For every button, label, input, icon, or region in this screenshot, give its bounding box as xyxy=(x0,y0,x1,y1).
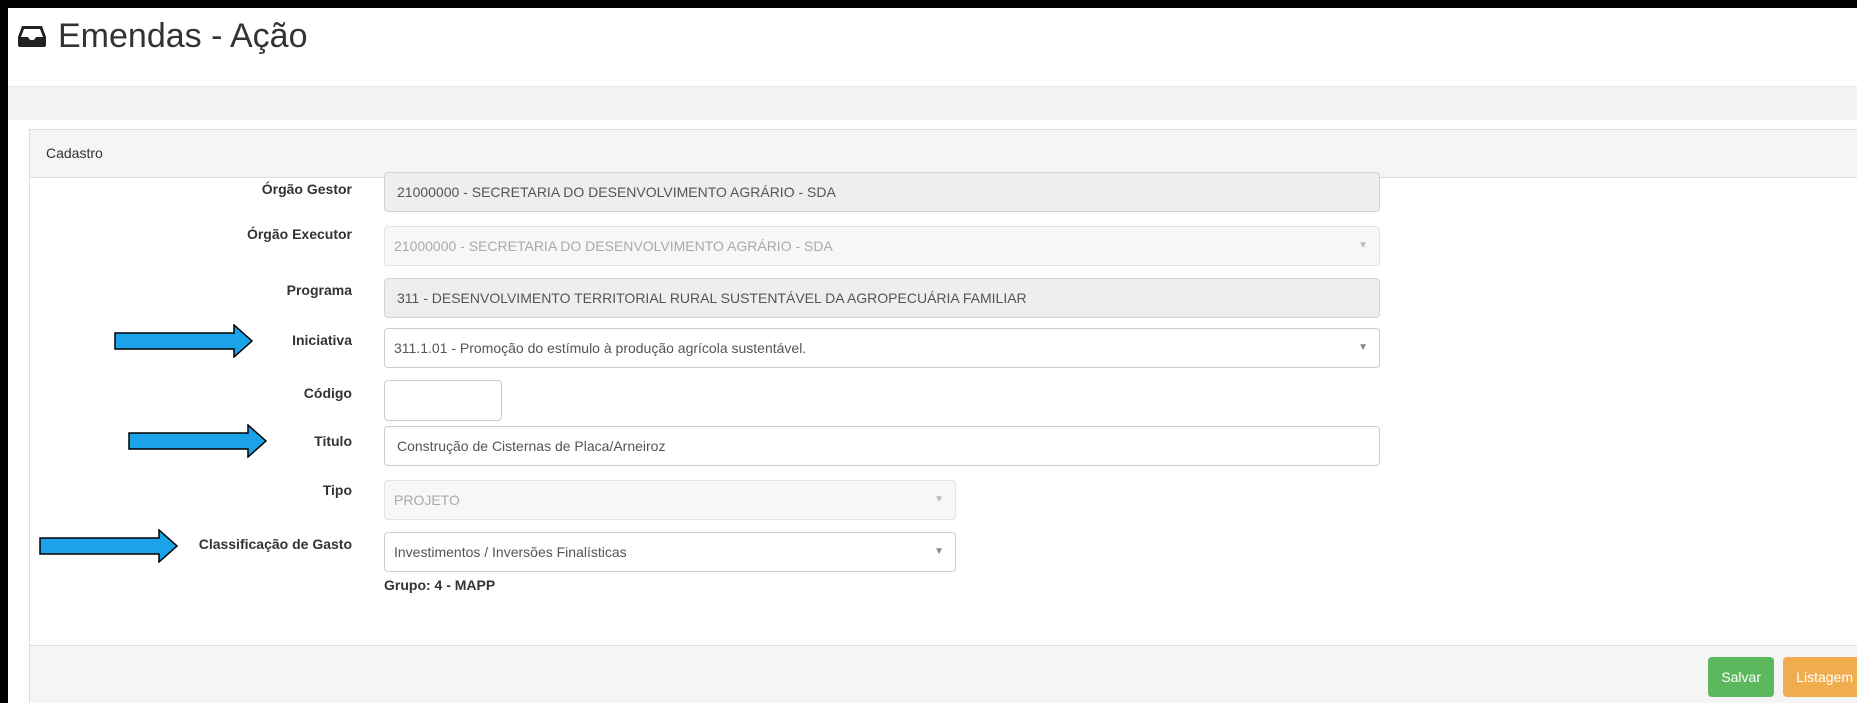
row-titulo: Titulo Construção de Cisternas de Placa/… xyxy=(30,424,1857,480)
iniciativa-label: Iniciativa xyxy=(292,332,352,348)
orgao-gestor-field: 21000000 - SECRETARIA DO DESENVOLVIMENTO… xyxy=(384,172,1380,212)
programa-field: 311 - DESENVOLVIMENTO TERRITORIAL RURAL … xyxy=(384,278,1380,318)
row-orgao-gestor: Órgão Gestor 21000000 - SECRETARIA DO DE… xyxy=(30,172,1857,222)
orgao-gestor-label: Órgão Gestor xyxy=(261,181,352,197)
panel-footer: Salvar Listagem xyxy=(30,645,1857,703)
row-classificacao: Classificação de Gasto Investimentos / I… xyxy=(30,529,1857,620)
classificacao-select[interactable]: Investimentos / Inversões Finalísticas ▼ xyxy=(384,532,956,572)
page-title: Emendas - Ação xyxy=(58,17,308,55)
orgao-executor-select[interactable]: 21000000 - SECRETARIA DO DESENVOLVIMENTO… xyxy=(384,226,1380,266)
titulo-label: Titulo xyxy=(314,433,352,449)
arrow-right-icon xyxy=(114,324,254,358)
row-orgao-executor: Órgão Executor 21000000 - SECRETARIA DO … xyxy=(30,226,1857,274)
codigo-label: Código xyxy=(303,385,352,401)
chevron-down-icon: ▼ xyxy=(934,494,944,505)
list-button[interactable]: Listagem xyxy=(1783,657,1857,697)
codigo-input[interactable] xyxy=(384,380,502,421)
save-button[interactable]: Salvar xyxy=(1708,657,1774,697)
chevron-down-icon: ▼ xyxy=(934,546,944,557)
cadastro-panel: Cadastro Órgão Gestor 21000000 - SECRETA… xyxy=(29,129,1857,703)
header-band xyxy=(8,86,1857,120)
titulo-input[interactable]: Construção de Cisternas de Placa/Arneiro… xyxy=(384,426,1380,466)
tipo-select[interactable]: PROJETO ▼ xyxy=(384,480,956,520)
row-iniciativa: Iniciativa 311.1.01 - Promoção do estímu… xyxy=(30,324,1857,374)
chevron-down-icon: ▼ xyxy=(1358,240,1368,251)
orgao-executor-label: Órgão Executor xyxy=(246,226,352,242)
tipo-value: PROJETO xyxy=(394,492,460,508)
panel-heading: Cadastro xyxy=(30,130,1857,178)
orgao-executor-value: 21000000 - SECRETARIA DO DESENVOLVIMENTO… xyxy=(394,238,833,254)
programa-label: Programa xyxy=(286,282,352,298)
arrow-right-icon xyxy=(39,529,179,563)
classificacao-label: Classificação de Gasto xyxy=(198,536,352,552)
inbox-icon xyxy=(18,26,46,47)
iniciativa-select[interactable]: 311.1.01 - Promoção do estímulo à produç… xyxy=(384,328,1380,368)
classificacao-value: Investimentos / Inversões Finalísticas xyxy=(394,544,627,560)
row-programa: Programa 311 - DESENVOLVIMENTO TERRITORI… xyxy=(30,278,1857,324)
arrow-right-icon xyxy=(128,424,268,458)
row-tipo: Tipo PROJETO ▼ xyxy=(30,480,1857,532)
tipo-label: Tipo xyxy=(322,482,352,498)
chevron-down-icon: ▼ xyxy=(1358,342,1368,353)
title-bar: Emendas - Ação xyxy=(8,8,1857,86)
classificacao-help-text: Grupo: 4 - MAPP xyxy=(384,577,496,593)
iniciativa-value: 311.1.01 - Promoção do estímulo à produç… xyxy=(394,340,807,356)
row-codigo: Código xyxy=(30,380,1857,426)
app-frame: Emendas - Ação Cadastro Órgão Gestor 210… xyxy=(8,8,1857,703)
